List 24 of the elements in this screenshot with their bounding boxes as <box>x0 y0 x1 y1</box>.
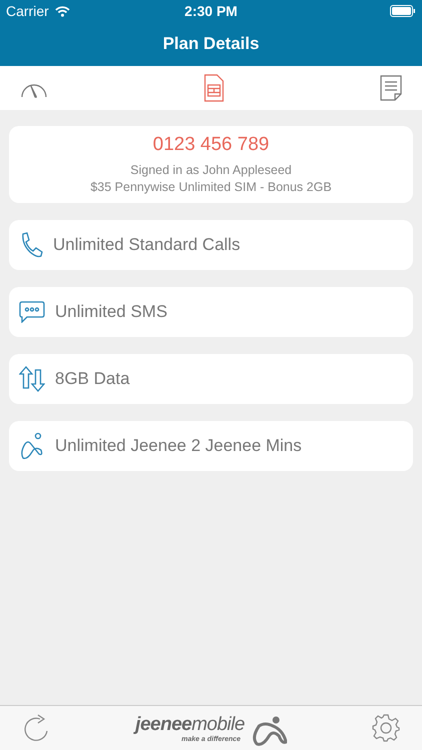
logo-word: mobile <box>192 714 245 734</box>
settings-button[interactable] <box>372 714 400 742</box>
chat-bubble-icon <box>19 301 45 323</box>
phone-number: 0123 456 789 <box>152 134 270 156</box>
status-time: 2:30 PM <box>184 3 238 19</box>
refresh-icon <box>22 713 50 743</box>
wifi-icon <box>54 6 70 16</box>
feature-label: 8GB Data <box>55 369 130 389</box>
battery-icon <box>390 5 416 17</box>
feature-label: Unlimited SMS <box>55 302 168 322</box>
signed-in-text: Signed in as John Appleseed <box>130 163 292 177</box>
logo-word: jeenee <box>135 714 192 734</box>
carrier-label: Carrier <box>6 3 49 19</box>
sim-card-icon <box>204 74 224 102</box>
page-title: Plan Details <box>162 34 260 54</box>
feature-label: Unlimited Standard Calls <box>53 235 240 255</box>
up-down-arrows-icon <box>19 366 45 392</box>
feature-label: Unlimited Jeenee 2 Jeenee Mins <box>55 436 302 456</box>
refresh-button[interactable] <box>22 713 50 743</box>
phone-icon <box>19 232 43 258</box>
figure-icon <box>19 432 45 460</box>
settings-icon <box>372 714 400 742</box>
document-icon <box>380 75 402 101</box>
plan-name: $35 Pennywise Unlimited SIM - Bonus 2GB <box>90 180 332 194</box>
